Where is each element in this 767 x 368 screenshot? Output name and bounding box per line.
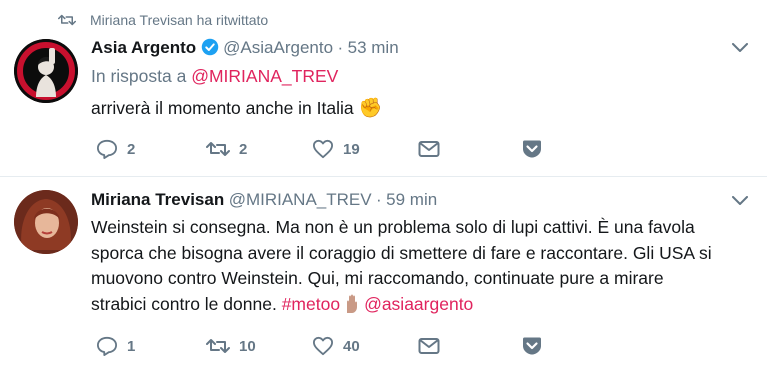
- tweet-divider: [0, 176, 767, 177]
- tweet2-retweet-count: 10: [239, 337, 256, 355]
- raised-fist-emoji: ✊: [358, 98, 383, 119]
- avatar-miriana-trevisan[interactable]: [14, 190, 78, 254]
- retweet-header-text: Miriana Trevisan ha ritwittato: [90, 12, 269, 28]
- hand-emoji-icon: [347, 294, 358, 313]
- mention-asiaargento-link[interactable]: @asiaargento: [364, 294, 473, 314]
- tweet2-reply-count: 1: [127, 337, 136, 355]
- bookmark-icon: [523, 337, 541, 355]
- retweet-icon: [58, 14, 76, 26]
- retweet-icon: [206, 142, 230, 156]
- tweet2-separator: ·: [376, 190, 382, 209]
- tweet1-handle[interactable]: @AsiaArgento: [223, 38, 333, 57]
- tweet1-dm-button[interactable]: [418, 140, 522, 158]
- retweet-icon: [206, 339, 230, 353]
- tweet2-line: sporca che bisogna avere il coraggio di …: [91, 242, 712, 263]
- verified-badge-icon: [201, 38, 219, 56]
- tweet2-line: strabici contro le donne. #metoo @asiaarg…: [91, 292, 712, 318]
- hashtag-metoo-link[interactable]: #metoo: [282, 294, 340, 314]
- avatar-image: [14, 190, 78, 254]
- tweet1-actions: 2 2 19: [96, 139, 542, 159]
- tweet1-reply-button[interactable]: 2: [96, 139, 206, 159]
- tweet1-bookmark-button[interactable]: [522, 140, 542, 158]
- tweet2-line: Weinstein si consegna. Ma non è un probl…: [91, 217, 695, 237]
- heart-icon: [312, 336, 333, 356]
- tweet2-header: Miriana Trevisan @MIRIANA_TREV · 59 min: [91, 190, 437, 210]
- tweet2-text: Weinstein si consegna. Ma non è un probl…: [91, 215, 712, 317]
- avatar-asia-argento[interactable]: [14, 39, 78, 103]
- tweet1-reply-context: In risposta a @MIRIANA_TREV: [91, 66, 338, 87]
- reply-icon: [97, 139, 117, 159]
- tweet2-bookmark-button[interactable]: [522, 337, 542, 355]
- envelope-icon: [418, 338, 440, 354]
- tweet1-like-count: 19: [343, 140, 360, 158]
- chevron-down-icon[interactable]: [732, 196, 748, 206]
- retweet-header: Miriana Trevisan ha ritwittato: [58, 9, 268, 31]
- tweet1-display-name[interactable]: Asia Argento: [91, 38, 196, 57]
- tweet2-retweet-button[interactable]: 10: [206, 337, 312, 355]
- tweet1-text-content: arriverà il momento anche in Italia: [91, 98, 354, 118]
- tweet2-like-button[interactable]: 40: [312, 336, 418, 356]
- tweet2-like-count: 40: [343, 337, 360, 355]
- tweet2-dm-button[interactable]: [418, 337, 522, 355]
- avatar-image: [14, 39, 78, 103]
- tweet1-like-button[interactable]: 19: [312, 139, 418, 159]
- chevron-down-icon[interactable]: [732, 43, 748, 53]
- tweet2-time[interactable]: 59 min: [386, 190, 437, 209]
- reply-handle-link[interactable]: @MIRIANA_TREV: [191, 66, 338, 86]
- tweet2-display-name[interactable]: Miriana Trevisan: [91, 190, 224, 209]
- bookmark-icon: [523, 140, 541, 158]
- tweet1-header: Asia Argento @AsiaArgento · 53 min: [91, 38, 399, 58]
- tweet1-reply-count: 2: [127, 140, 136, 158]
- tweet2-line: muovono contro Weinstein. Qui, mi raccom…: [91, 268, 664, 288]
- heart-icon: [312, 139, 333, 159]
- tweet1-separator: ·: [337, 38, 344, 57]
- tweet2-actions: 1 10 40: [96, 336, 542, 356]
- tweet1-text: arriverà il momento anche in Italia ✊: [91, 96, 382, 122]
- envelope-icon: [418, 141, 440, 157]
- tweet2-line4-text: strabici contro le donne.: [91, 293, 277, 314]
- tweet1-retweet-count: 2: [239, 140, 248, 158]
- tweet1-time[interactable]: 53 min: [348, 38, 399, 57]
- tweet2-reply-button[interactable]: 1: [96, 336, 206, 356]
- reply-prefix: In risposta a: [91, 66, 187, 86]
- reply-icon: [97, 336, 117, 356]
- tweet1-retweet-button[interactable]: 2: [206, 140, 312, 158]
- tweet2-handle[interactable]: @MIRIANA_TREV: [229, 190, 372, 209]
